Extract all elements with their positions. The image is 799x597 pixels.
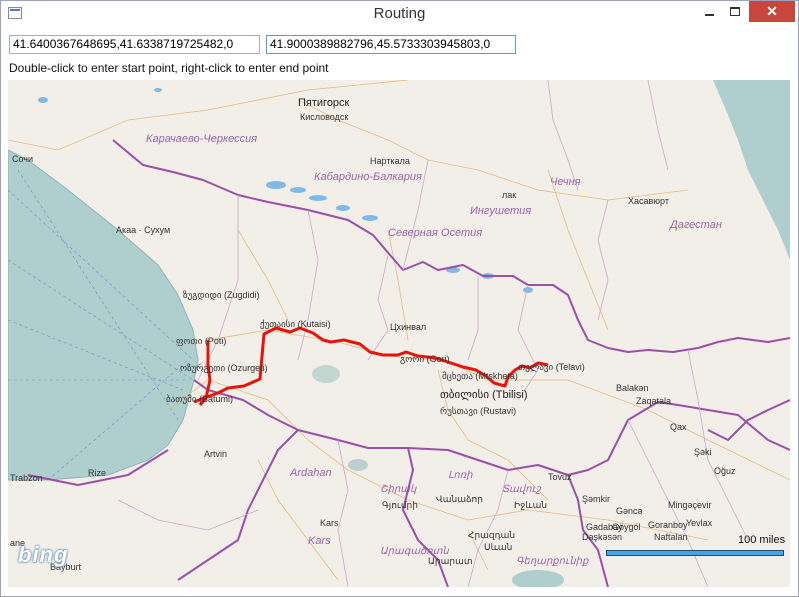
label-oguz: Oğuz bbox=[714, 466, 736, 476]
sevan-lake bbox=[512, 570, 564, 587]
minimize-icon bbox=[704, 13, 714, 16]
label-ganja: Gəncə bbox=[616, 506, 643, 516]
label-dagestan: Дагестан bbox=[668, 219, 722, 231]
scale-bar bbox=[606, 550, 784, 556]
label-zugdidi: ზუგდიდი (Zugdidi) bbox=[183, 290, 260, 301]
label-ijevan: Իջևան bbox=[514, 500, 547, 510]
label-kabardino: Кабардино-Балкария bbox=[314, 171, 422, 183]
label-mtskheta: მცხეთა (Mtskheta) bbox=[442, 371, 518, 382]
label-gegharkunik: Գեղարքունիք bbox=[516, 556, 589, 567]
regional-borders bbox=[117, 80, 749, 587]
label-sochi: Сочи bbox=[12, 154, 33, 164]
label-rize: Rize bbox=[88, 468, 106, 478]
label-lori: Լոռի bbox=[448, 470, 473, 481]
label-qax: Qax bbox=[670, 422, 687, 432]
maximize-icon bbox=[730, 7, 740, 16]
scale-label: 100 miles bbox=[738, 534, 786, 546]
label-naftalan: Naftalan bbox=[654, 532, 688, 542]
label-kislovodsk: Кисловодск bbox=[300, 112, 348, 122]
caspian-sea bbox=[713, 80, 790, 260]
label-lak: лак bbox=[502, 190, 516, 200]
label-nalchik: Нарткала bbox=[370, 156, 410, 166]
lake-2 bbox=[348, 459, 368, 471]
close-icon: ✕ bbox=[766, 3, 778, 19]
label-balakan: Balakən bbox=[616, 383, 649, 393]
label-tavush: Տավուշ bbox=[502, 484, 542, 495]
bing-logo: bing bbox=[18, 542, 69, 567]
start-point-input[interactable]: 41.6400367648695,41.6338719725482,0 bbox=[9, 35, 260, 54]
map-view[interactable]: Пятигорск Кисловодск Карачаево-Черкессия… bbox=[8, 80, 790, 587]
minimize-button[interactable] bbox=[696, 1, 722, 22]
label-sukhum: Акаа · Сухум bbox=[116, 225, 170, 235]
label-gyumri: Գյումրի bbox=[382, 500, 418, 510]
label-telavi: თელავი (Telavi) bbox=[518, 362, 585, 373]
close-button[interactable]: ✕ bbox=[749, 1, 795, 22]
label-trabzon: Trabzon bbox=[10, 473, 43, 483]
black-sea bbox=[8, 149, 199, 481]
label-shamkir: Şəmkir bbox=[582, 494, 610, 504]
label-tskhinval: Цхинвал bbox=[390, 322, 426, 332]
instructions-text: Double-click to enter start point, right… bbox=[9, 61, 329, 75]
label-ozurgeti: ოზურგეთი (Ozurgeti) bbox=[180, 363, 268, 374]
label-kars-city: Kars bbox=[320, 518, 339, 528]
label-artvin: Artvin bbox=[204, 449, 227, 459]
label-kotayk: Արարատ bbox=[428, 556, 473, 566]
lake-1 bbox=[312, 365, 340, 383]
label-karachay: Карачаево-Черкессия bbox=[146, 133, 257, 145]
window-title: Routing bbox=[373, 5, 426, 22]
map-canvas[interactable]: Пятигорск Кисловодск Карачаево-Черкессия… bbox=[8, 80, 790, 587]
label-shirak: Շիրակ bbox=[380, 484, 417, 495]
label-rustavi: რუსთავი (Rustavi) bbox=[440, 406, 516, 417]
label-tovuz: Tovuz bbox=[548, 472, 572, 482]
label-chechnya: Чечня bbox=[550, 176, 581, 188]
label-kars-region: Kars bbox=[308, 535, 331, 547]
label-dashkasan: Daşkəsən bbox=[582, 532, 622, 542]
label-poti: ფოთი (Poti) bbox=[176, 336, 226, 347]
label-mingachevir: Mingəçevir bbox=[668, 500, 712, 510]
label-kutaisi: ქუთაისი (Kutaisi) bbox=[260, 319, 331, 330]
label-goygol: Göygöl bbox=[612, 522, 641, 532]
label-yevlax: Yevlax bbox=[686, 518, 713, 528]
label-hrazdan: Հրազդան bbox=[468, 530, 515, 540]
label-pyatigorsk: Пятигорск bbox=[298, 97, 350, 109]
label-ardahan: Ardahan bbox=[289, 467, 332, 479]
label-zaqatala: Zaqatala bbox=[636, 396, 671, 406]
title-bar[interactable]: Routing ✕ bbox=[1, 1, 798, 29]
end-point-input[interactable]: 41.9000389882796,45.5733303945803,0 bbox=[266, 35, 516, 54]
label-ossetia: Северная Осетия bbox=[388, 227, 482, 239]
label-shaki: Şəki bbox=[694, 447, 712, 457]
label-batumi: ბათუმი (Batumi) bbox=[166, 394, 233, 405]
routing-window: Routing ✕ 41.6400367648695,41.6338719725… bbox=[0, 0, 799, 597]
label-khasavyurt: Хасавюрт bbox=[628, 196, 669, 206]
maximize-button[interactable] bbox=[722, 1, 748, 22]
label-ingushetia: Ингушетия bbox=[470, 205, 531, 217]
label-gori: გორი (Gori) bbox=[400, 354, 450, 365]
label-goranboy: Goranboy bbox=[648, 520, 688, 530]
label-sevan: Սևան bbox=[484, 542, 512, 552]
label-tbilisi: თბილისი (Tbilisi) bbox=[440, 388, 528, 401]
label-vanadzor: Վանաձոր bbox=[436, 494, 483, 504]
